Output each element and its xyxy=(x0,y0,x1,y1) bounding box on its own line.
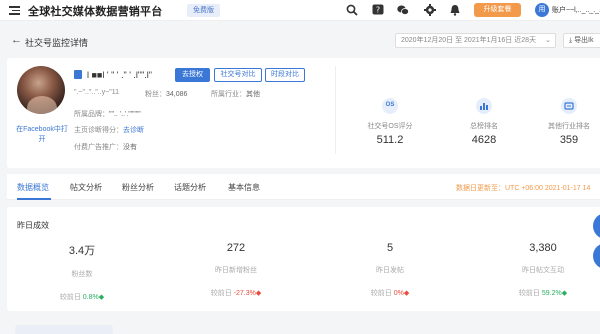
page-subheader: ← 社交号监控详情 2020年12月20日 至 2021年1月16日 近28天 … xyxy=(0,29,600,53)
metric-post-interactions: 3,380 昨日帖文互动 较前日 59.2%◆ xyxy=(493,242,593,298)
change-value: -27.3% xyxy=(233,290,256,297)
stat-value: 4628 xyxy=(471,134,497,146)
metric-value: 3.4万 xyxy=(68,245,96,257)
tab-bar: 数据概览 帖文分析 粉丝分析 话题分析 基本信息 数据日更新至：UTC +06:… xyxy=(7,174,600,200)
date-range-text: 2020年12月20日 至 2021年1月16日 近28天 xyxy=(401,37,537,44)
export-button[interactable]: ⤓ 导出Ik xyxy=(563,33,600,48)
metric-fans: 3.4万 粉丝数 较前日 0.8%◆ xyxy=(32,242,132,302)
top-bar: 全球社交媒体数据营销平台 免费版 ? 升级套餐 用 账户~~l,.._.._._… xyxy=(0,0,600,21)
page-diagnosis: 主页诊断得分：去诊断 xyxy=(74,125,144,135)
channel-icon xyxy=(74,70,82,79)
page-title: 社交号监控详情 xyxy=(25,38,89,48)
compare-label: 较前日 xyxy=(518,290,540,297)
metric-value: 272 xyxy=(226,242,246,254)
search-icon[interactable] xyxy=(346,4,358,16)
yesterday-performance-card: 昨日成效 3.4万 粉丝数 较前日 0.8%◆ 272 昨日新增粉丝 较前日 -… xyxy=(7,207,600,311)
stat-overall-rank: 总榜排名 4628 xyxy=(444,98,524,146)
stat-label: 其他行业排名 xyxy=(548,123,590,130)
diamond-down-icon: ◆ xyxy=(403,290,410,297)
authorize-button[interactable]: 去授权 xyxy=(175,68,210,82)
metric-posts: 5 昨日发帖 较前日 0%◆ xyxy=(340,242,440,298)
active-tab-indicator xyxy=(17,198,51,200)
menu-collapse-icon[interactable] xyxy=(9,5,20,15)
diamond-up-icon: ◆ xyxy=(98,294,105,301)
stat-industry-rank: 其他行业排名 359 xyxy=(529,98,600,146)
tab-post-analysis[interactable]: 帖文分析 xyxy=(70,182,102,193)
data-update-time: 数据日更新至：UTC +06:00 2021-01-17 14 xyxy=(456,185,591,192)
bar-chart-icon xyxy=(476,98,492,114)
help-icon[interactable]: ? xyxy=(372,4,384,16)
user-avatar[interactable]: 用 xyxy=(535,3,549,17)
back-arrow-icon[interactable]: ← xyxy=(11,35,22,46)
metric-value: 3,380 xyxy=(529,242,557,254)
profile-avatar xyxy=(17,66,65,114)
app-title: 全球社交媒体数据营销平台 xyxy=(28,6,163,18)
metric-new-fans: 272 昨日新增粉丝 较前日 -27.3%◆ xyxy=(186,242,286,298)
metric-label: 粉丝数 xyxy=(71,271,93,278)
date-range-picker[interactable]: 2020年12月20日 至 2021年1月16日 近28天 ⌄ xyxy=(395,33,556,48)
industry-label: 所属行业： xyxy=(211,91,246,98)
diamond-up-icon: ◆ xyxy=(561,290,568,297)
account-handle: l ■■l ' " ' ." ' .l"".l" xyxy=(87,70,153,80)
wechat-icon[interactable] xyxy=(397,4,409,16)
brand-label: 所属品牌： xyxy=(74,111,109,118)
metric-label: 昨日帖文互动 xyxy=(522,267,564,274)
tab-basic-info[interactable]: 基本信息 xyxy=(228,182,260,193)
ads-value: 没有 xyxy=(123,144,137,151)
metric-label: 昨日发帖 xyxy=(376,267,404,274)
account-id: ".~"..".."..y~"11 xyxy=(74,89,119,96)
stat-value: 511.2 xyxy=(376,134,404,146)
metric-label: 昨日新增粉丝 xyxy=(215,267,257,274)
divider xyxy=(335,66,336,154)
download-icon: ⤓ xyxy=(569,37,573,44)
compare-label: 较前日 xyxy=(370,290,392,297)
go-diagnose-link[interactable]: 去诊断 xyxy=(123,127,144,134)
upgrade-plan-button[interactable]: 升级套餐 xyxy=(474,3,521,17)
tab-data-overview[interactable]: 数据概览 xyxy=(17,182,49,193)
stat-label: 社交号OS评分 xyxy=(367,123,413,130)
metric-change: 较前日 -27.3%◆ xyxy=(186,288,286,298)
metric-change: 较前日 0%◆ xyxy=(340,288,440,298)
fans-count: 粉丝：34,086 xyxy=(145,89,187,99)
industry: 所属行业：其他 xyxy=(211,89,260,99)
profile-card: 在Facebook中打开 l ■■l ' " ' ." ' .l"".l" 去授… xyxy=(7,58,600,168)
fans-label: 粉丝： xyxy=(145,91,166,98)
next-section-header xyxy=(15,325,113,334)
os-score-icon: OS xyxy=(382,98,398,114)
paid-ads: 付费广告推广：没有 xyxy=(74,142,137,152)
metric-change: 较前日 0.8%◆ xyxy=(32,292,132,302)
metric-change: 较前日 59.2%◆ xyxy=(493,288,593,298)
ads-label: 付费广告推广： xyxy=(74,144,123,151)
compare-label: 较前日 xyxy=(59,294,81,301)
diamond-down-icon: ◆ xyxy=(255,290,262,297)
open-in-facebook-link[interactable]: 在Facebook中打开 xyxy=(13,125,71,145)
settings-gear-icon[interactable] xyxy=(424,4,436,16)
notification-bell-icon[interactable] xyxy=(449,4,461,16)
tab-topic-analysis[interactable]: 话题分析 xyxy=(174,182,206,193)
account-name[interactable]: 账户~~l,.._.._._.. xyxy=(552,5,600,15)
fans-value: 34,086 xyxy=(166,91,188,98)
section-title: 昨日成效 xyxy=(17,221,49,230)
brand: 所属品牌："".. '..'.""""" xyxy=(74,109,141,119)
stat-label: 总榜排名 xyxy=(470,123,498,130)
export-label: 导出Ik xyxy=(574,37,594,44)
tab-fan-analysis[interactable]: 粉丝分析 xyxy=(122,182,154,193)
svg-text:?: ? xyxy=(376,6,380,15)
brand-value: "".. '..'.""""" xyxy=(109,111,141,118)
metric-value: 5 xyxy=(386,242,394,254)
stat-os-score: OS 社交号OS评分 511.2 xyxy=(350,98,430,146)
account-compare-button[interactable]: 社交号对比 xyxy=(214,68,262,82)
diagnosis-label: 主页诊断得分： xyxy=(74,127,123,134)
change-value: 0.8% xyxy=(82,294,99,301)
change-value: 0% xyxy=(393,290,404,297)
free-plan-badge: 免费版 xyxy=(187,4,220,17)
compare-label: 较前日 xyxy=(210,290,232,297)
chevron-down-icon: ⌄ xyxy=(545,37,551,44)
period-compare-button[interactable]: 时段对比 xyxy=(265,68,305,82)
industry-icon xyxy=(561,98,577,114)
change-value: 59.2% xyxy=(541,290,562,297)
industry-value: 其他 xyxy=(246,91,260,98)
stat-value: 359 xyxy=(559,134,579,146)
